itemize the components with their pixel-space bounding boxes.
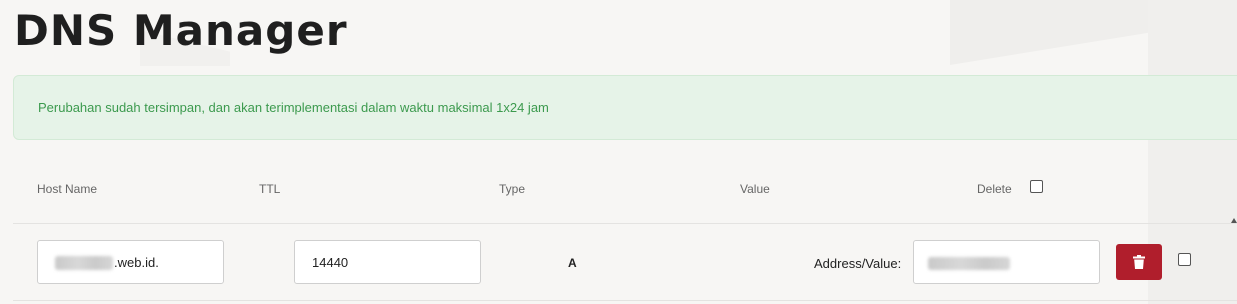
address-value-label: Address/Value:: [814, 256, 902, 271]
alert-message: Perubahan sudah tersimpan, dan akan teri…: [38, 100, 549, 115]
host-name-input[interactable]: .web.id.: [37, 240, 224, 284]
success-alert: Perubahan sudah tersimpan, dan akan teri…: [13, 75, 1237, 140]
header-ttl: TTL: [259, 182, 281, 196]
ttl-input[interactable]: 14440: [294, 240, 481, 284]
redacted-host-prefix: [55, 256, 113, 270]
header-value: Value: [740, 182, 770, 196]
delete-record-button[interactable]: [1116, 244, 1162, 280]
select-all-delete-checkbox[interactable]: [1030, 180, 1043, 193]
row-divider: [13, 300, 1237, 301]
redacted-address-value: [928, 257, 1010, 270]
header-type: Type: [499, 182, 526, 196]
record-type: A: [568, 256, 577, 270]
trash-icon: [1133, 255, 1145, 269]
host-name-suffix: .web.id.: [114, 255, 159, 270]
page-title: DNS Manager: [14, 6, 348, 55]
address-value-input[interactable]: [913, 240, 1100, 284]
header-delete: Delete: [977, 182, 1012, 196]
row-delete-checkbox[interactable]: [1178, 253, 1191, 266]
ttl-value: 14440: [312, 255, 349, 270]
scroll-up-icon[interactable]: [1231, 218, 1237, 223]
header-host-name: Host Name: [37, 182, 98, 196]
header-divider: [13, 223, 1237, 224]
